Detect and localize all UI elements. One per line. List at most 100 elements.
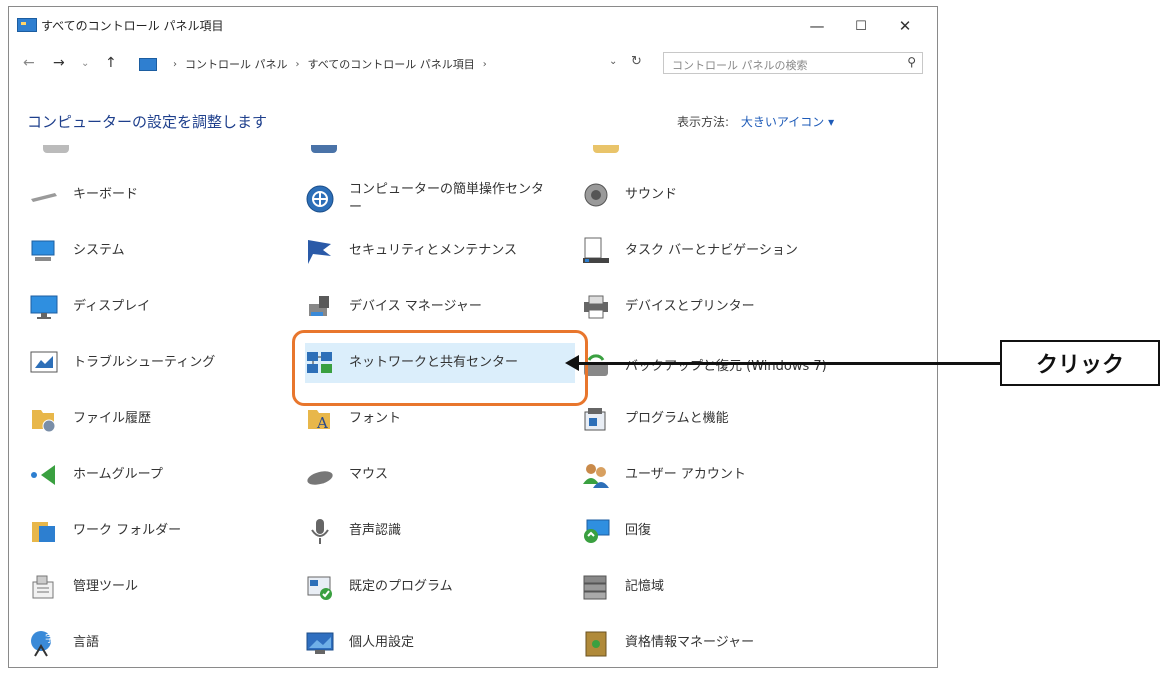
homegroup-icon <box>29 460 59 490</box>
system-icon <box>29 236 59 266</box>
item-label: コンピューターの簡単操作センター <box>349 182 545 215</box>
svg-text:A: A <box>316 414 328 432</box>
display-icon <box>29 292 59 322</box>
view-by-dropdown[interactable]: 大きいアイコン ▾ <box>741 115 834 129</box>
item-label: 回復 <box>625 523 652 538</box>
chevron-right-icon[interactable]: › <box>173 59 177 70</box>
close-button[interactable]: ✕ <box>883 13 927 39</box>
callout-box: クリック <box>1000 340 1160 386</box>
callout-line <box>575 362 1000 365</box>
item-speech-recognition[interactable]: 音声認識 <box>305 511 565 551</box>
item-credential-manager[interactable]: 資格情報マネージャー <box>581 623 841 663</box>
window-title: すべてのコントロール パネル項目 <box>41 19 224 33</box>
address-dropdown-icon[interactable]: ⌄ <box>609 56 617 67</box>
item-label: サウンド <box>625 187 678 202</box>
programs-icon <box>581 404 611 434</box>
item-label: ユーザー アカウント <box>625 467 746 482</box>
minimize-button[interactable]: — <box>795 13 839 39</box>
partial-icon <box>43 145 69 153</box>
item-ease-of-access[interactable]: コンピューターの簡単操作センター <box>305 175 565 223</box>
breadcrumb-control-panel[interactable]: コントロール パネル <box>185 56 288 72</box>
language-icon: 字 <box>29 628 59 658</box>
callout-arrow-icon <box>565 355 579 371</box>
control-panel-icon <box>17 18 37 32</box>
user-accounts-icon <box>581 460 611 490</box>
item-work-folders[interactable]: ワーク フォルダー <box>29 511 289 551</box>
item-sound[interactable]: サウンド <box>581 175 841 215</box>
item-homegroup[interactable]: ホームグループ <box>29 455 289 495</box>
up-arrow-icon[interactable]: ↑ <box>105 55 117 71</box>
item-backup-restore[interactable]: バックアップと復元 (Windows 7) <box>581 343 871 391</box>
chevron-right-icon[interactable]: › <box>483 59 487 70</box>
item-file-history[interactable]: ファイル履歴 <box>29 399 289 439</box>
breadcrumb-all-items[interactable]: すべてのコントロール パネル項目 <box>308 56 475 72</box>
item-label: タスク バーとナビゲーション <box>625 243 798 258</box>
speaker-icon <box>581 180 611 210</box>
maximize-button[interactable]: ☐ <box>839 13 883 39</box>
item-label: 言語 <box>73 635 100 650</box>
control-panel-small-icon <box>139 57 157 71</box>
item-language[interactable]: 字 言語 <box>29 623 289 663</box>
device-manager-icon <box>305 292 335 322</box>
item-display[interactable]: ディスプレイ <box>29 287 289 327</box>
view-by-label: 表示方法: <box>677 115 730 129</box>
item-label: ファイル履歴 <box>73 411 152 426</box>
recent-dropdown-icon[interactable]: ⌄ <box>81 58 89 69</box>
item-label: 個人用設定 <box>349 635 415 650</box>
item-label: ディスプレイ <box>73 299 151 314</box>
item-label: マウス <box>349 467 389 482</box>
item-label: デバイス マネージャー <box>349 299 482 314</box>
item-taskbar[interactable]: タスク バーとナビゲーション <box>581 231 871 271</box>
refresh-icon[interactable]: ↻ <box>631 54 642 69</box>
item-label: トラブルシューティング <box>73 355 216 370</box>
work-folders-icon <box>29 516 59 546</box>
item-device-manager[interactable]: デバイス マネージャー <box>305 287 565 327</box>
chevron-right-icon[interactable]: › <box>296 59 300 70</box>
item-storage-spaces[interactable]: 記憶域 <box>581 567 841 607</box>
partial-icon <box>593 145 619 153</box>
item-label: 記憶域 <box>625 579 665 594</box>
search-icon[interactable]: ⚲ <box>907 55 916 69</box>
admin-tools-icon <box>29 572 59 602</box>
item-label: 既定のプログラム <box>349 579 453 594</box>
printer-icon <box>581 292 611 322</box>
keyboard-icon <box>29 180 59 210</box>
item-label: 資格情報マネージャー <box>625 635 755 650</box>
mouse-icon <box>305 460 335 490</box>
partial-icon <box>311 145 337 153</box>
item-recovery[interactable]: 回復 <box>581 511 841 551</box>
item-label: ワーク フォルダー <box>73 523 182 538</box>
item-user-accounts[interactable]: ユーザー アカウント <box>581 455 841 495</box>
control-panel-window: すべてのコントロール パネル項目 — ☐ ✕ ← → ⌄ ↑ › コントロール … <box>8 6 938 668</box>
item-label: システム <box>73 243 125 258</box>
item-admin-tools[interactable]: 管理ツール <box>29 567 289 607</box>
view-by: 表示方法: 大きいアイコン ▾ <box>677 113 834 130</box>
recovery-icon <box>581 516 611 546</box>
items-pane: キーボード システム ディスプレイ トラブルシューティング ファイル履歴 ホーム… <box>9 145 927 667</box>
default-programs-icon <box>305 572 335 602</box>
item-label: セキュリティとメンテナンス <box>349 243 517 258</box>
item-security[interactable]: セキュリティとメンテナンス <box>305 231 565 271</box>
item-personalization[interactable]: 個人用設定 <box>305 623 565 663</box>
back-arrow-icon[interactable]: ← <box>23 55 35 71</box>
item-keyboard[interactable]: キーボード <box>29 175 289 215</box>
fonts-icon: A <box>305 404 335 434</box>
taskbar-icon <box>581 236 611 266</box>
forward-arrow-icon[interactable]: → <box>53 55 65 71</box>
address-bar[interactable]: › コントロール パネル › すべてのコントロール パネル項目 › <box>139 53 625 75</box>
address-row: ← → ⌄ ↑ › コントロール パネル › すべてのコントロール パネル項目 … <box>9 49 937 79</box>
credential-manager-icon <box>581 628 611 658</box>
item-programs-features[interactable]: プログラムと機能 <box>581 399 841 439</box>
item-label: 音声認識 <box>349 523 402 538</box>
item-label: キーボード <box>73 187 139 202</box>
item-troubleshooting[interactable]: トラブルシューティング <box>29 343 289 383</box>
item-label: プログラムと機能 <box>625 411 729 426</box>
item-mouse[interactable]: マウス <box>305 455 565 495</box>
item-system[interactable]: システム <box>29 231 289 271</box>
svg-text:字: 字 <box>45 632 55 645</box>
search-input[interactable]: コントロール パネルの検索 ⚲ <box>663 52 923 74</box>
item-default-programs[interactable]: 既定のプログラム <box>305 567 565 607</box>
personalization-icon <box>305 628 335 658</box>
highlight-frame <box>292 330 588 406</box>
item-devices-printers[interactable]: デバイスとプリンター <box>581 287 841 327</box>
